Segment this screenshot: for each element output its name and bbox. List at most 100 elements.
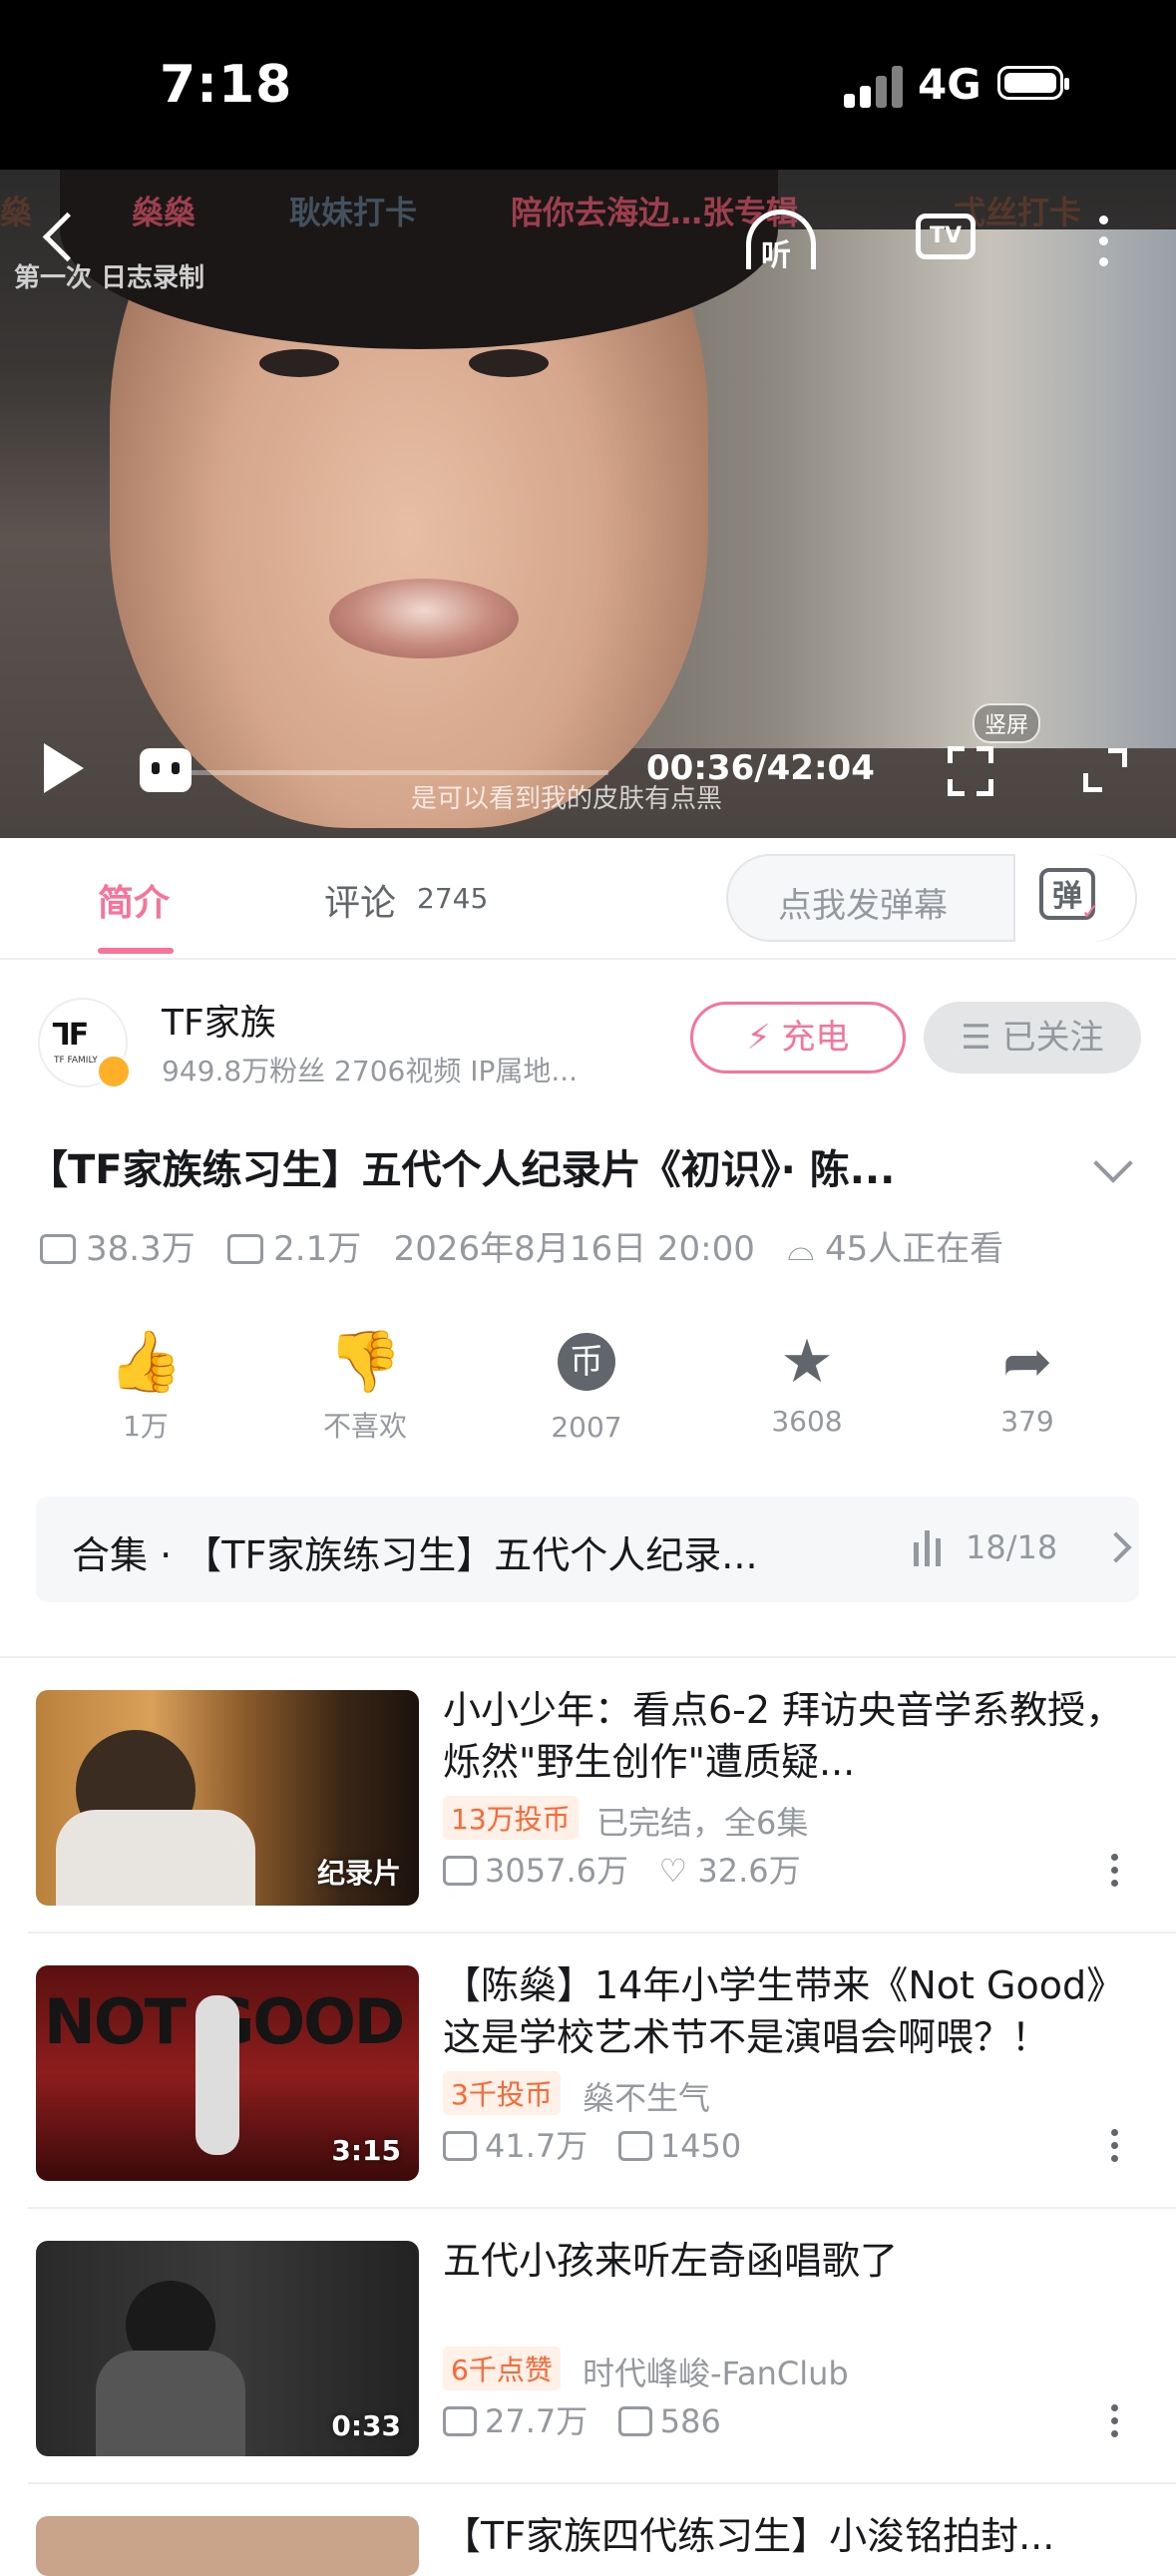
danmaku-count-icon <box>617 2131 652 2161</box>
subtitle-text: 是可以看到我的皮肤有点黑 <box>411 784 723 814</box>
heart-icon: ♡ <box>658 1852 688 1890</box>
video-watermark: 第一次 日志录制 <box>14 263 205 293</box>
charge-label: 充电 <box>781 1018 850 1058</box>
watching-count: 45人正在看 <box>825 1229 1004 1269</box>
related-video-title: 五代小孩来听左奇函唱歌了 <box>443 2239 899 2283</box>
check-icon: ✓ <box>1081 900 1100 925</box>
play-icon[interactable] <box>44 743 84 793</box>
vertical-screen-icon[interactable] <box>948 746 993 796</box>
tab-intro[interactable]: 简介 <box>98 874 170 926</box>
video-meta: 38.3万 2.1万 2026年8月16日 20:00 ⌓ 45人正在看 <box>40 1221 1003 1270</box>
like-button[interactable]: 👍 1万 <box>66 1327 225 1445</box>
like-badge: 6千点赞 <box>443 2347 561 2390</box>
coin-icon: 币 <box>558 1333 615 1391</box>
collection-bar[interactable]: 合集 · 【TF家族练习生】五代个人纪录... 18/18 <box>36 1497 1139 1602</box>
status-time: 7:18 <box>160 55 293 115</box>
view-count: 38.3万 <box>86 1229 196 1269</box>
coin-button[interactable]: 币 2007 <box>507 1327 666 1444</box>
danmaku-placeholder: 点我发弹幕 <box>778 886 948 926</box>
more-vertical-icon[interactable] <box>1111 2404 1119 2443</box>
avatar[interactable]: ᒣF TF FAMILY <box>38 998 132 1089</box>
related-video-item[interactable]: 纪录片 小小少年：看点6-2 拜访央音学系教授，烁然"野生创作"遭质疑... 1… <box>0 1658 1176 1933</box>
related-video-item[interactable]: 【TF家族四代练习生】小浚铭拍封... <box>0 2484 1176 2576</box>
headphones-icon[interactable]: 听 <box>746 210 816 273</box>
chevron-right-icon <box>1100 1531 1132 1563</box>
like-count: 32.6万 <box>697 1852 801 1890</box>
more-vertical-icon[interactable] <box>1111 1854 1119 1893</box>
related-video-title: 【TF家族四代练习生】小浚铭拍封... <box>443 2514 1055 2558</box>
play-count: 3057.6万 <box>485 1852 628 1890</box>
collection-count: 18/18 <box>966 1528 1058 1566</box>
avatar-logo-sub: TF FAMILY <box>54 1056 98 1066</box>
tab-comments[interactable]: 评论 <box>324 874 396 926</box>
share-count: 379 <box>1000 1405 1054 1438</box>
video-duration: 3:15 <box>331 2134 401 2167</box>
vertical-screen-label: 竖屏 <box>973 703 1041 743</box>
play-count-icon <box>40 1234 76 1264</box>
collection-title: 合集 · 【TF家族练习生】五代个人纪录... <box>72 1533 758 1577</box>
follow-button[interactable]: ☰ 已关注 <box>924 1002 1141 1073</box>
related-video-owner: 已完结，全6集 <box>596 1804 809 1842</box>
progress-handle-icon[interactable] <box>140 748 192 792</box>
share-button[interactable]: ➦ 379 <box>948 1327 1107 1438</box>
danmaku-count-icon <box>617 2406 652 2436</box>
playlist-icon <box>914 1530 944 1566</box>
related-video-owner: 燊不生气 <box>583 2079 711 2117</box>
video-frame-eye-left <box>259 349 339 377</box>
dislike-icon: 👎 <box>327 1327 403 1397</box>
chevron-down-icon[interactable] <box>1093 1143 1133 1183</box>
uploader-name[interactable]: TF家族 <box>162 994 276 1046</box>
signal-icon <box>844 64 904 108</box>
video-duration: 0:33 <box>331 2409 401 2442</box>
network-label: 4G <box>918 60 981 109</box>
video-frame-mouth <box>329 579 519 658</box>
more-vertical-icon[interactable] <box>1099 215 1109 278</box>
comments-count: 2745 <box>417 882 489 915</box>
related-video-stats: 41.7万 1450 <box>443 2121 741 2167</box>
video-title[interactable]: 【TF家族练习生】五代个人纪录片《初识》· 陈... <box>28 1137 1065 1195</box>
related-video-stats: 3057.6万 ♡ 32.6万 <box>443 1846 801 1892</box>
more-vertical-icon[interactable] <box>1111 2129 1119 2168</box>
video-thumbnail <box>36 2516 419 2576</box>
like-count: 1万 <box>123 1410 169 1443</box>
tv-cast-icon[interactable]: TV <box>916 214 976 259</box>
favorite-button[interactable]: ★ 3608 <box>727 1327 887 1438</box>
verified-badge-icon <box>96 1054 132 1089</box>
fullscreen-icon[interactable] <box>1083 748 1127 792</box>
video-thumbnail: 0:33 <box>36 2241 419 2456</box>
charge-button[interactable]: ⚡ 充电 <box>690 1002 906 1073</box>
favorite-count: 3608 <box>771 1405 843 1438</box>
video-thumbnail: NOT GOOD 3:15 <box>36 1965 419 2181</box>
publish-date: 2026年8月16日 20:00 <box>393 1229 755 1269</box>
dislike-button[interactable]: 👎 不喜欢 <box>285 1327 445 1445</box>
danmaku-count-icon <box>227 1234 264 1264</box>
video-frame-eye-right <box>469 349 549 377</box>
tab-indicator <box>98 948 174 954</box>
video-player[interactable]: 燊 燊燊 耿妹打卡 陪你去海边…张专辑 弌丝打卡 第一次 日志录制 听 TV 0… <box>0 170 1176 838</box>
play-count-icon <box>443 2406 477 2436</box>
play-count: 41.7万 <box>485 2127 588 2165</box>
avatar-logo-text: ᒣF <box>52 1018 89 1053</box>
dislike-label: 不喜欢 <box>322 1410 407 1443</box>
related-video-item[interactable]: 0:33 五代小孩来听左奇函唱歌了 6千点赞 时代峰峻-FanClub 27.7… <box>0 2209 1176 2484</box>
play-count-icon <box>443 1856 477 1886</box>
coin-badge: 13万投币 <box>443 1796 579 1840</box>
danmaku-count: 2.1万 <box>273 1229 362 1269</box>
progress-bar[interactable] <box>140 770 608 775</box>
watching-icon: ⌓ <box>787 1229 815 1269</box>
related-video-stats: 27.7万 586 <box>443 2396 721 2442</box>
play-count-icon <box>443 2131 477 2161</box>
danmaku-text: 燊燊 <box>132 194 196 231</box>
star-icon: ★ <box>780 1327 834 1397</box>
danmaku-text: 耿妹打卡 <box>289 194 418 231</box>
coin-badge: 3千投币 <box>443 2071 561 2115</box>
danmaku-count: 1450 <box>659 2127 742 2165</box>
like-icon: 👍 <box>108 1327 184 1397</box>
danmaku-input-button[interactable]: 点我发弹幕 弹 ✓ <box>726 854 1137 942</box>
related-video-item[interactable]: NOT GOOD 3:15 【陈燊】14年小学生带来《Not Good》这是学校… <box>0 1933 1176 2209</box>
danmaku-count: 586 <box>659 2402 721 2440</box>
related-video-title: 小小少年：看点6-2 拜访央音学系教授，烁然"野生创作"遭质疑... <box>443 1688 1124 1784</box>
follow-label: 已关注 <box>1001 1018 1104 1058</box>
danmaku-toggle[interactable]: 弹 ✓ <box>1013 854 1135 942</box>
coin-count: 2007 <box>551 1411 622 1444</box>
